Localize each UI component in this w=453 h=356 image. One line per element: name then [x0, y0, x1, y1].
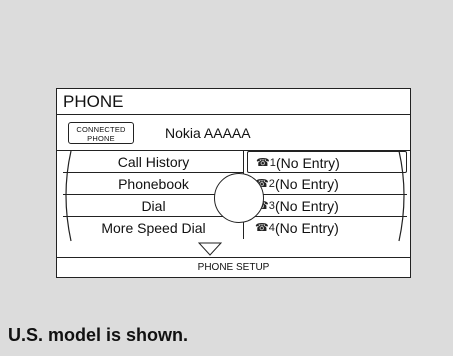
speed-dial-entry-1[interactable]: ☎1 (No Entry): [247, 151, 407, 173]
speed-dial-4-icon: ☎4: [255, 222, 275, 234]
badge-line-1: CONNECTED: [76, 125, 126, 134]
speed-dial-entry-2[interactable]: ☎2 (No Entry): [247, 173, 407, 195]
speed-dial-1-icon: ☎1: [256, 157, 276, 169]
connected-phone-name: Nokia AAAAA: [165, 125, 251, 141]
phone-screen: PHONE CONNECTED PHONE Nokia AAAAA Call H…: [56, 88, 411, 278]
badge-line-2: PHONE: [87, 134, 115, 143]
speed-dial-entry-label: (No Entry): [275, 198, 339, 214]
speed-dial-entry-4[interactable]: ☎4 (No Entry): [247, 217, 407, 239]
connected-phone-badge: CONNECTED PHONE: [68, 122, 134, 144]
speed-dial-entry-label: (No Entry): [275, 220, 339, 236]
speed-dial-entry-label: (No Entry): [275, 176, 339, 192]
screen-title: PHONE: [57, 89, 410, 115]
phone-setup-button[interactable]: PHONE SETUP: [57, 257, 410, 278]
connected-phone-row: CONNECTED PHONE Nokia AAAAA: [57, 115, 410, 151]
speed-dial-list: ☎1 (No Entry) ☎2 (No Entry) ☎3 (No Entry…: [247, 151, 407, 241]
menu-item-call-history[interactable]: Call History: [63, 151, 244, 173]
down-arrow-icon: [198, 242, 222, 256]
menu-item-more-speed-dial[interactable]: More Speed Dial: [63, 217, 244, 239]
speed-dial-entry-label: (No Entry): [276, 155, 340, 171]
model-caption: U.S. model is shown.: [8, 325, 189, 345]
selector-knob[interactable]: [214, 173, 264, 223]
speed-dial-entry-3[interactable]: ☎3 (No Entry): [247, 195, 407, 217]
